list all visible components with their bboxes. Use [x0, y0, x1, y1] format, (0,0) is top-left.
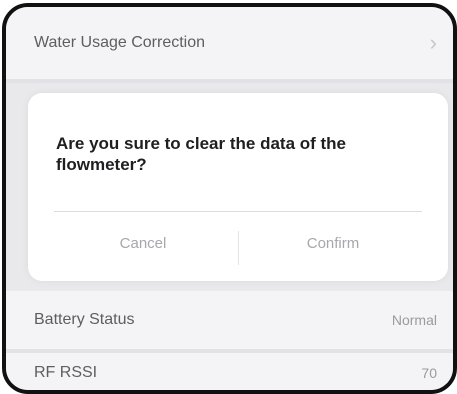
- phone-frame: Water Usage Correction › Are you sure to…: [2, 3, 457, 394]
- divider: [6, 79, 453, 83]
- confirm-button[interactable]: Confirm: [248, 225, 418, 261]
- rf-rssi-label: RF RSSI: [34, 364, 98, 381]
- confirm-dialog: Are you sure to clear the data of the fl…: [28, 93, 448, 281]
- battery-status-value: Normal: [391, 312, 437, 328]
- cancel-button[interactable]: Cancel: [58, 225, 228, 261]
- battery-status-row: Battery Status Normal: [6, 291, 453, 349]
- water-usage-correction-label: Water Usage Correction: [34, 34, 206, 51]
- dialog-message: Are you sure to clear the data of the fl…: [56, 134, 347, 174]
- water-usage-correction-row[interactable]: Water Usage Correction ›: [6, 7, 453, 79]
- chevron-right-icon: ›: [429, 30, 437, 55]
- button-separator: [238, 231, 239, 265]
- rf-rssi-value: 70: [421, 365, 437, 381]
- battery-status-label: Battery Status: [34, 311, 135, 328]
- dialog-divider: [54, 211, 422, 212]
- rf-rssi-row: RF RSSI 70: [6, 353, 453, 390]
